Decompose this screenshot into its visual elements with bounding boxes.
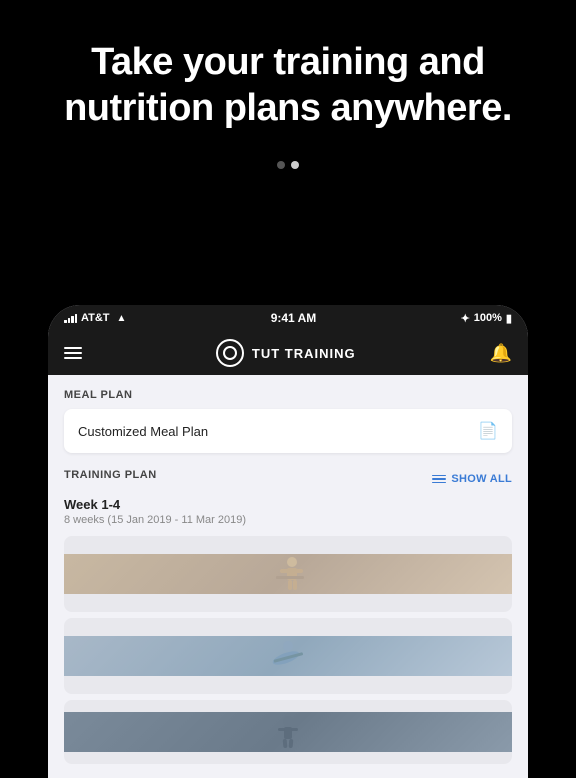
carrier-label: AT&T <box>81 312 110 324</box>
core-figure <box>268 636 308 676</box>
hero-heading: Take your training and nutrition plans a… <box>0 0 576 161</box>
wifi-icon: ▲ <box>117 313 127 324</box>
bluetooth-icon: ✦ <box>461 312 470 325</box>
device-mockup: AT&T ▲ 9:41 AM ✦ 100% ▮ TUT TRAINING 🔔 M… <box>48 305 528 778</box>
page-dots <box>0 161 576 169</box>
status-right: ✦ 100% ▮ <box>461 312 512 325</box>
app-content: MEAL PLAN Customized Meal Plan 📄 TRAININ… <box>48 375 528 778</box>
workout-item-core[interactable]: Core Work 3 exercises <box>64 618 512 694</box>
time-display: 9:41 AM <box>271 311 317 325</box>
app-logo: TUT TRAINING <box>216 339 356 367</box>
nav-bar: TUT TRAINING 🔔 <box>48 331 528 375</box>
signal-bar-3 <box>71 316 74 323</box>
upper-body-figure <box>268 554 308 594</box>
signal-bar-2 <box>68 318 71 323</box>
signal-bar-4 <box>75 314 78 323</box>
signal-bars <box>64 313 77 323</box>
pdf-icon[interactable]: 📄 <box>478 421 498 441</box>
meal-plan-label: MEAL PLAN <box>64 389 512 401</box>
status-left: AT&T ▲ <box>64 312 126 324</box>
logo-inner <box>223 346 237 360</box>
dot-2[interactable] <box>291 161 299 169</box>
training-plan-label: TRAINING PLAN <box>64 469 157 481</box>
meal-plan-card[interactable]: Customized Meal Plan 📄 <box>64 409 512 453</box>
status-bar: AT&T ▲ 9:41 AM ✦ 100% ▮ <box>48 305 528 331</box>
logo-text: TUT TRAINING <box>252 346 356 361</box>
metabolic-figure <box>268 712 308 752</box>
week-label: Week 1-4 <box>64 497 512 512</box>
workout-thumb-core <box>64 636 512 676</box>
logo-circle <box>216 339 244 367</box>
hero-section: Take your training and nutrition plans a… <box>0 0 576 161</box>
dot-1[interactable] <box>277 161 285 169</box>
show-all-label: SHOW ALL <box>451 473 512 485</box>
notification-bell-icon[interactable]: 🔔 <box>490 343 512 364</box>
meal-plan-text: Customized Meal Plan <box>78 424 208 439</box>
battery-icon: ▮ <box>506 312 512 325</box>
workout-thumb-metabolic <box>64 712 512 752</box>
show-all-button[interactable]: SHOW ALL <box>432 473 512 485</box>
show-all-icon <box>432 475 446 484</box>
workout-list: Upper Body 5 exercises Core Work 3 exe <box>64 536 512 764</box>
training-header: TRAINING PLAN SHOW ALL <box>64 469 512 489</box>
workout-thumb-upper-body <box>64 554 512 594</box>
signal-bar-1 <box>64 320 67 323</box>
menu-button[interactable] <box>64 347 82 359</box>
week-dates: 8 weeks (15 Jan 2019 - 11 Mar 2019) <box>64 514 512 526</box>
battery-label: 100% <box>474 312 502 324</box>
workout-item-metabolic[interactable]: Metabolic Conditioning 5 exercises <box>64 700 512 764</box>
workout-item-upper-body[interactable]: Upper Body 5 exercises <box>64 536 512 612</box>
